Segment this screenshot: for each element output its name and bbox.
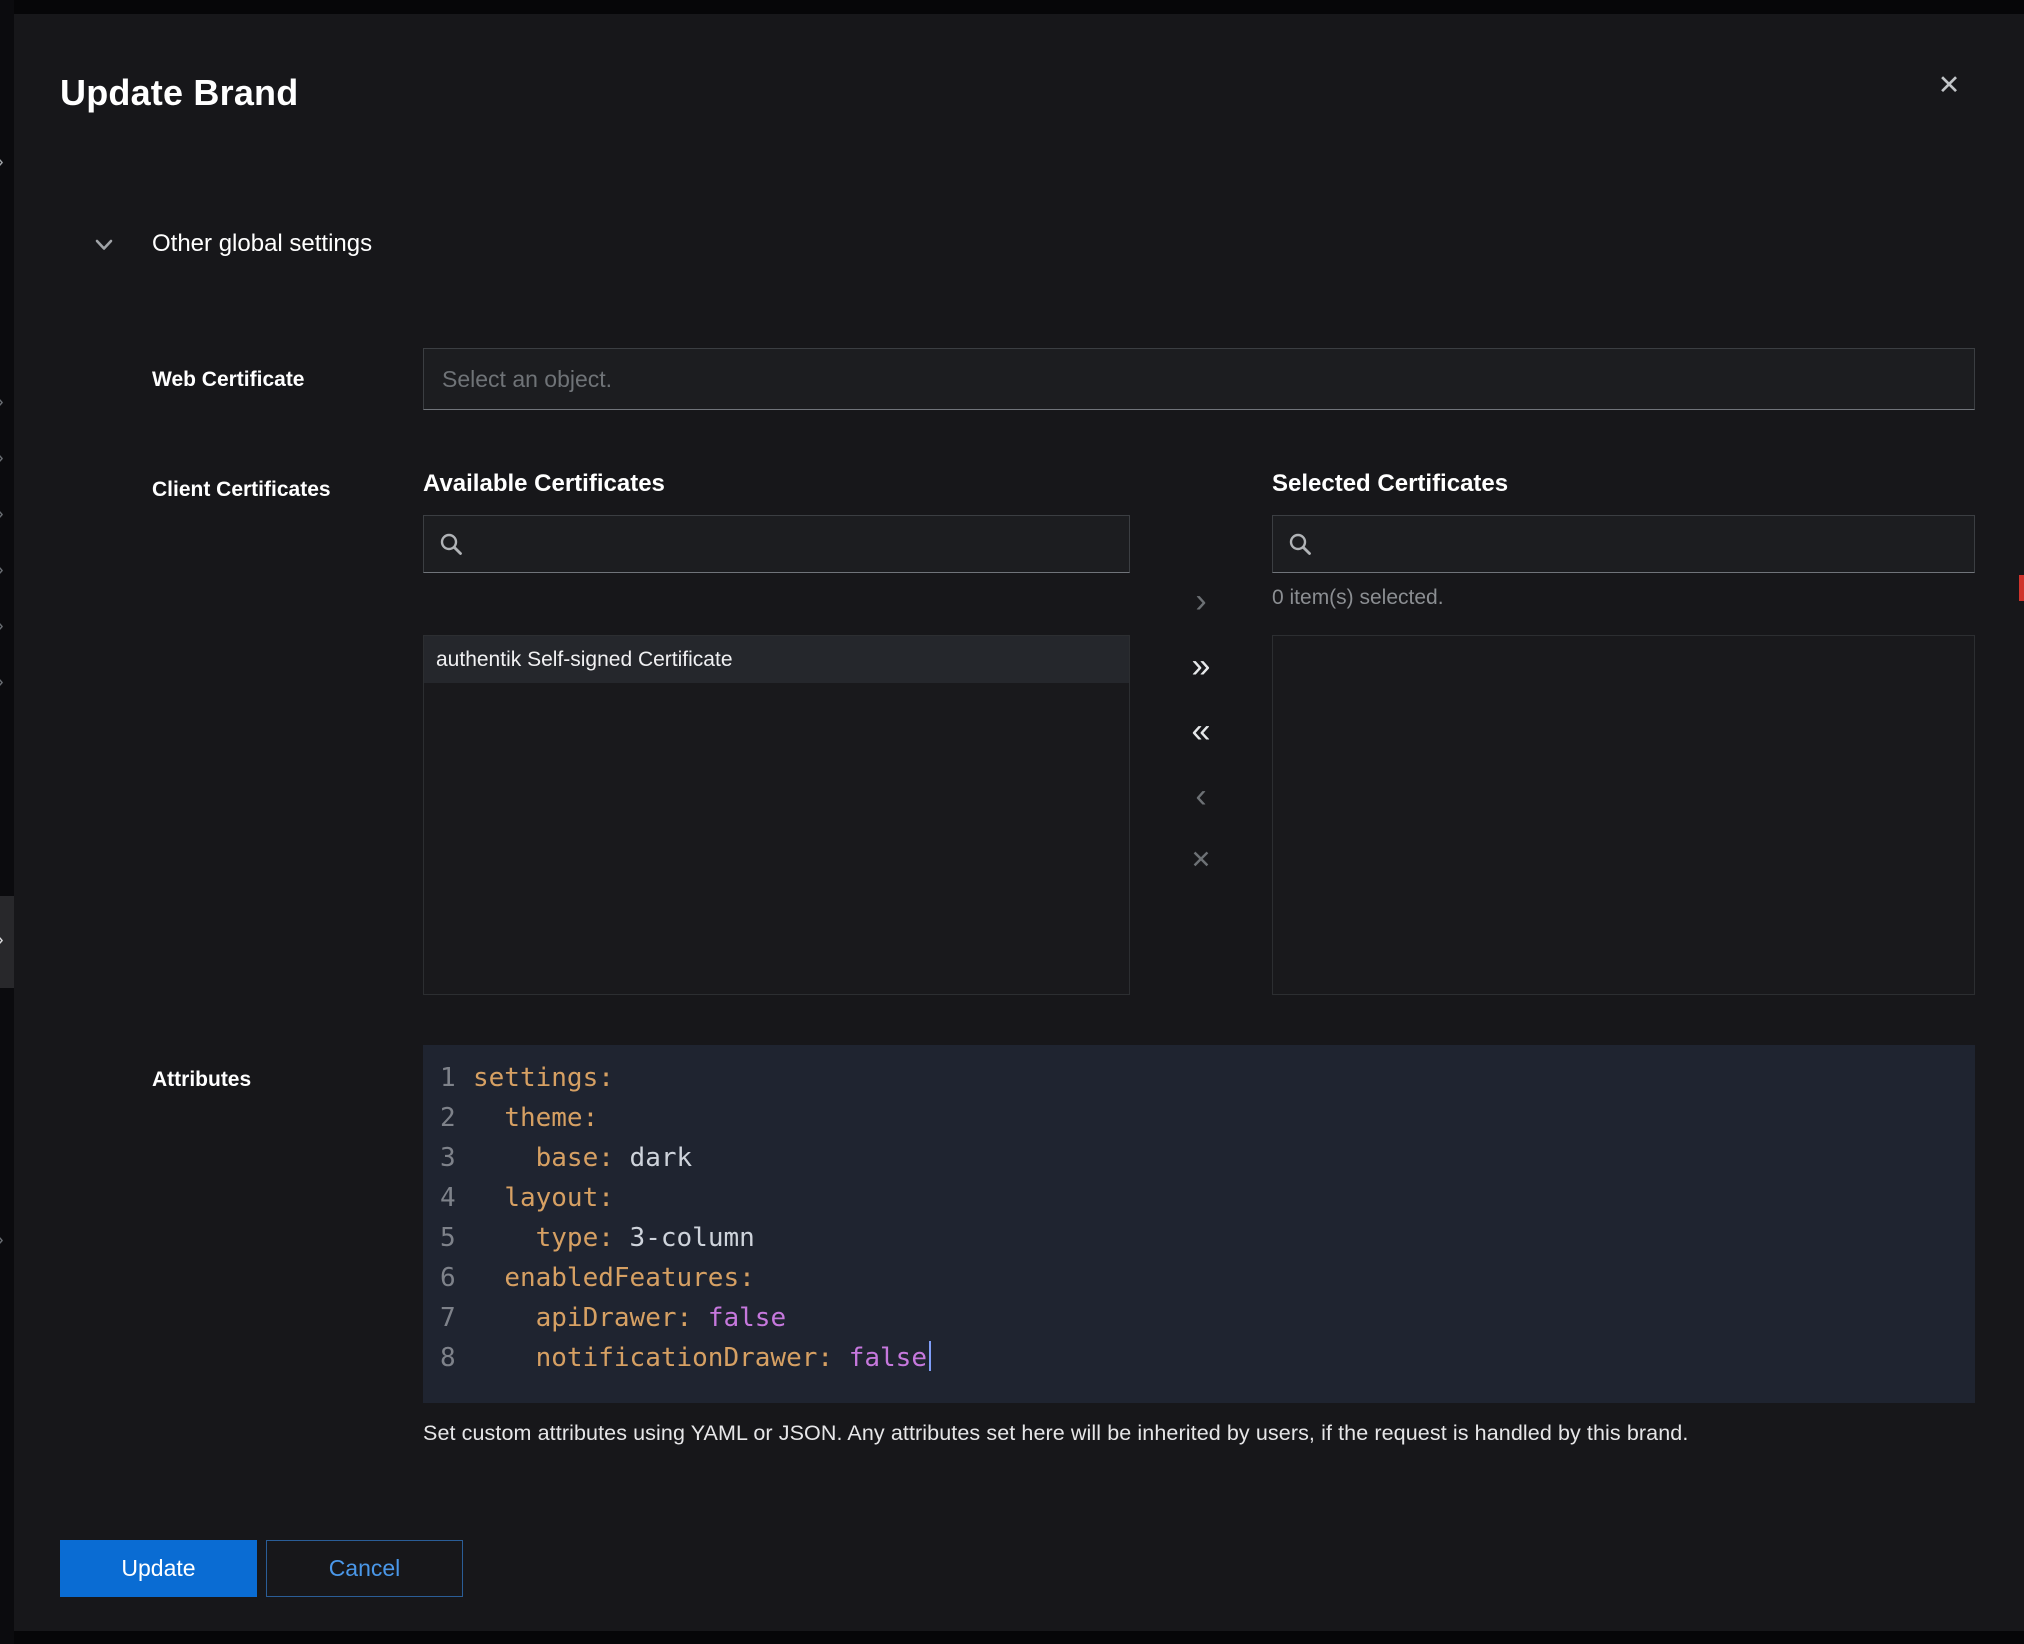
search-icon xyxy=(1288,532,1312,556)
add-all-button[interactable]: » xyxy=(1175,641,1227,690)
selected-search xyxy=(1272,515,1975,573)
page-title: Update Brand xyxy=(60,72,298,114)
chevron-right-icon: › xyxy=(0,152,4,172)
attributes-label: Attributes xyxy=(152,1068,251,1092)
web-certificate-input[interactable] xyxy=(423,348,1975,410)
available-search xyxy=(423,515,1130,573)
selected-certificates-list xyxy=(1272,635,1975,995)
text-cursor xyxy=(929,1341,931,1371)
available-search-input[interactable] xyxy=(423,515,1130,573)
attributes-code-editor[interactable]: 12345678 settings: theme: base: dark lay… xyxy=(423,1045,1975,1403)
section-other-global-settings[interactable]: Other global settings xyxy=(95,230,372,258)
close-icon[interactable]: ✕ xyxy=(1930,66,1968,104)
clear-selection-button[interactable]: ✕ xyxy=(1175,836,1227,885)
add-selected-button[interactable]: › xyxy=(1175,576,1227,625)
client-certificates-dual-list: Available Certificates authentik Self-si… xyxy=(423,470,1975,995)
chevron-right-icon: › xyxy=(0,504,4,524)
chevron-right-icon: › xyxy=(0,616,4,636)
attributes-code-gutter: 12345678 xyxy=(423,1058,456,1403)
cancel-button[interactable]: Cancel xyxy=(266,1540,463,1597)
web-certificate-label: Web Certificate xyxy=(152,368,305,392)
chevron-right-icon: › xyxy=(0,672,4,692)
available-gap xyxy=(423,573,1130,635)
update-brand-modal: Update Brand ✕ Other global settings Web… xyxy=(14,14,2024,1631)
chevron-right-icon: › xyxy=(0,392,4,412)
modal-footer: Update Cancel xyxy=(60,1540,463,1597)
chevron-right-icon: › xyxy=(0,448,4,468)
remove-all-button[interactable]: « xyxy=(1175,706,1227,755)
sidebar-edge: › › › › › › › › › xyxy=(0,0,14,1644)
search-icon xyxy=(439,532,463,556)
list-item[interactable]: authentik Self-signed Certificate xyxy=(424,636,1129,683)
selected-status: 0 item(s) selected. xyxy=(1272,573,1975,610)
red-edge-mark xyxy=(2019,575,2024,601)
available-certificates-header: Available Certificates xyxy=(423,470,1130,498)
chevron-right-icon: › xyxy=(0,1230,4,1250)
client-certificates-label: Client Certificates xyxy=(152,478,331,502)
remove-selected-button[interactable]: ‹ xyxy=(1175,771,1227,820)
section-label: Other global settings xyxy=(152,230,372,258)
attributes-code-lines: settings: theme: base: dark layout: type… xyxy=(473,1058,931,1403)
selected-search-input[interactable] xyxy=(1272,515,1975,573)
chevron-down-icon xyxy=(95,238,113,250)
chevron-right-icon: › xyxy=(0,930,4,950)
attributes-field: 12345678 settings: theme: base: dark lay… xyxy=(423,1045,1975,1446)
available-certificates-list: authentik Self-signed Certificate xyxy=(423,635,1130,995)
chevron-right-icon: › xyxy=(0,560,4,580)
available-certificates-pane: Available Certificates authentik Self-si… xyxy=(423,470,1130,995)
web-certificate-field xyxy=(423,348,1975,410)
sidebar-active-item-edge: › xyxy=(0,896,14,988)
dual-list-controls: › » « ‹ ✕ xyxy=(1130,470,1272,995)
selected-certificates-header: Selected Certificates xyxy=(1272,470,1975,498)
selected-certificates-pane: Selected Certificates 0 item(s) selected… xyxy=(1272,470,1975,995)
attributes-help-text: Set custom attributes using YAML or JSON… xyxy=(423,1421,1975,1446)
update-button[interactable]: Update xyxy=(60,1540,257,1597)
